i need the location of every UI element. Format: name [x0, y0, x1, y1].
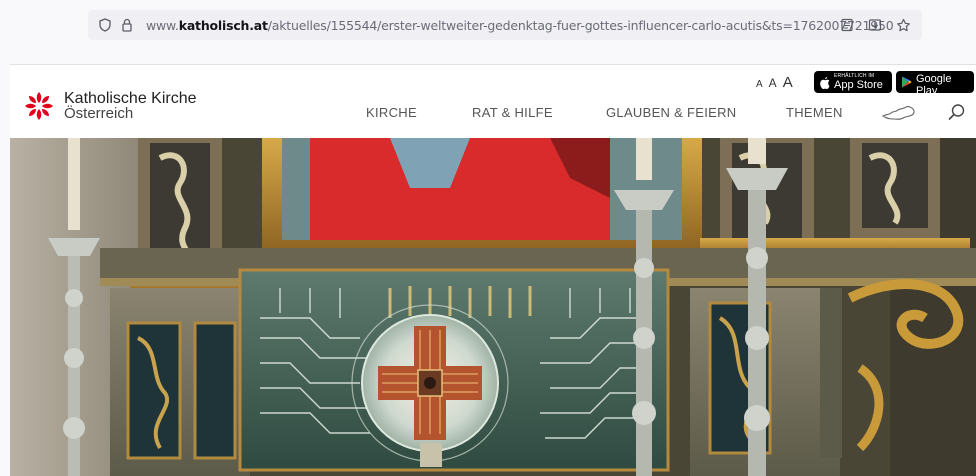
url-domain: katholisch.at [178, 17, 268, 33]
nav-item-themen[interactable]: THEMEN [786, 105, 843, 120]
katholische-kirche-logo-icon [25, 92, 53, 120]
apple-icon [819, 76, 830, 89]
reader-view-icon[interactable] [836, 14, 858, 36]
austria-map-icon[interactable] [882, 105, 916, 126]
app-store-badge[interactable]: ERHÄLTLICH IM App Store [814, 71, 892, 93]
url-path: /aktuelles/155544/erster-weltweiter-gede… [267, 17, 894, 33]
google-play-badge[interactable]: ERHÄLTLICH AUF Google Play [896, 67, 974, 97]
search-icon[interactable] [948, 103, 966, 126]
lock-icon[interactable] [116, 14, 138, 36]
save-to-pocket-icon[interactable] [864, 14, 886, 36]
nav-item-glauben-und-feiern[interactable]: GLAUBEN & FEIERN [606, 105, 737, 120]
altar-photo-illustration [10, 138, 976, 476]
font-size-small-button[interactable]: A [756, 79, 763, 90]
shield-icon[interactable] [94, 14, 116, 36]
browser-toolbar: www.katholisch.at/aktuelles/155544/erste… [0, 0, 976, 62]
font-size-controls: A A A [756, 74, 793, 91]
font-size-medium-button[interactable]: A [769, 76, 777, 90]
font-size-large-button[interactable]: A [783, 74, 793, 91]
google-play-label: Google Play [916, 73, 952, 97]
bookmark-star-icon[interactable] [892, 14, 914, 36]
app-store-label: App Store [834, 79, 883, 91]
google-play-icon [901, 76, 912, 88]
hero-image [10, 138, 976, 476]
nav-item-rat-und-hilfe[interactable]: RAT & HILFE [472, 105, 553, 120]
address-bar[interactable]: www.katholisch.at/aktuelles/155544/erste… [88, 10, 922, 40]
site-header: Katholische Kirche Österreich A A A ERHÄ… [10, 64, 976, 138]
url-text[interactable]: www.katholisch.at/aktuelles/155544/erste… [146, 18, 894, 33]
url-prefix: www. [146, 17, 179, 33]
nav-item-kirche[interactable]: KIRCHE [366, 105, 417, 120]
logo-subtitle: Österreich [64, 105, 134, 122]
logo-title: Katholische Kirche [64, 90, 197, 107]
site-logo[interactable]: Katholische Kirche Österreich [22, 89, 197, 123]
